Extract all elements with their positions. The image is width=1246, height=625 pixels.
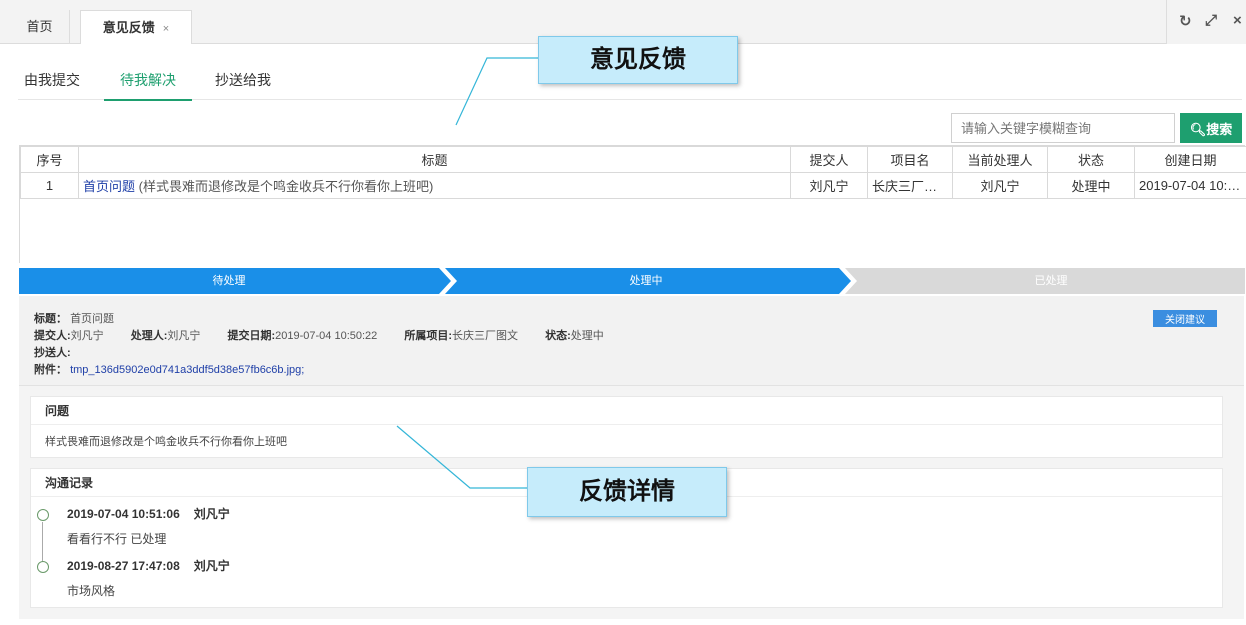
top-leader-line xyxy=(455,57,540,126)
bottom-leader-line xyxy=(396,425,528,489)
callout-feedback-detail: 反馈详情 xyxy=(527,467,727,517)
callout-feedback: 意见反馈 xyxy=(538,36,738,84)
callout-leaders xyxy=(396,57,540,489)
